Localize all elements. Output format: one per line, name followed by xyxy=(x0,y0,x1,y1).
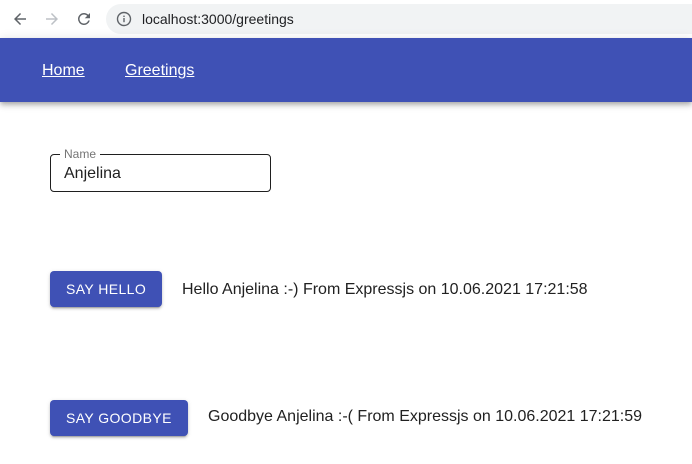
name-input[interactable] xyxy=(64,164,264,184)
info-icon[interactable] xyxy=(116,11,132,27)
say-hello-button[interactable]: Say Hello xyxy=(50,271,163,307)
forward-arrow-icon[interactable] xyxy=(40,7,64,31)
goodbye-message: Goodbye Anjelina :-( From Expressjs on 1… xyxy=(208,408,643,425)
address-bar[interactable]: localhost:3000/greetings xyxy=(106,4,692,34)
reload-icon[interactable] xyxy=(72,7,96,31)
nav-link-home[interactable]: Home xyxy=(42,62,85,80)
back-arrow-icon[interactable] xyxy=(8,7,32,31)
say-goodbye-button[interactable]: Say Goodbye xyxy=(50,400,188,436)
app-bar: Home Greetings xyxy=(0,38,692,102)
nav-link-greetings[interactable]: Greetings xyxy=(125,62,194,80)
browser-toolbar: localhost:3000/greetings xyxy=(0,0,692,39)
name-field[interactable]: Name xyxy=(50,147,271,192)
url-text: localhost:3000/greetings xyxy=(142,11,294,27)
name-field-label: Name xyxy=(60,147,101,161)
hello-message: Hello Anjelina :-) From Expressjs on 10.… xyxy=(182,281,588,298)
